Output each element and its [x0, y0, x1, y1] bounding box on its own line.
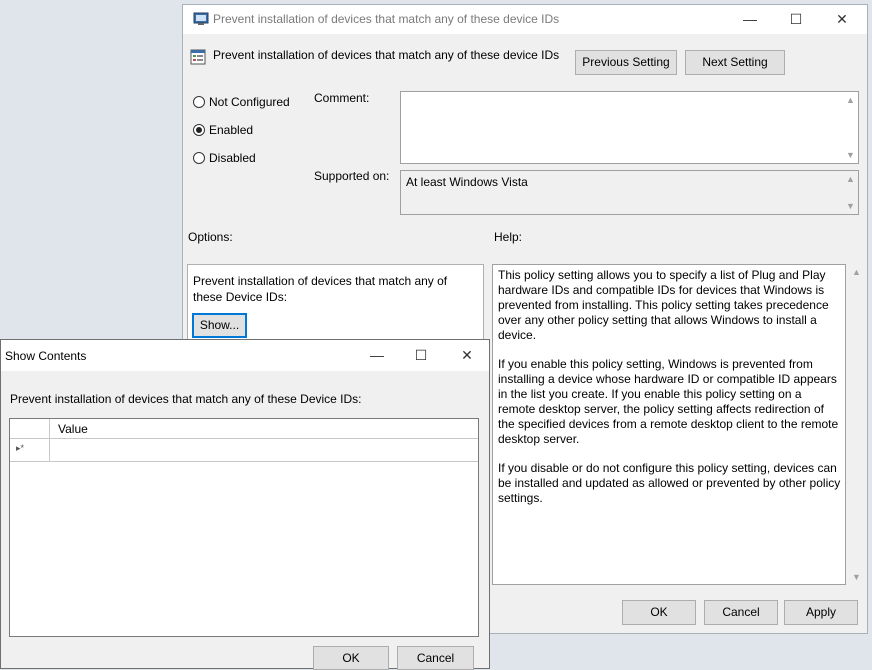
- scroll-down-icon[interactable]: ▼: [846, 150, 855, 160]
- dialog-description: Prevent installation of devices that mat…: [10, 392, 362, 406]
- new-row-marker-icon: ▸*: [16, 443, 25, 453]
- scroll-up-icon[interactable]: ▲: [846, 95, 855, 105]
- row-header: ▸*: [10, 439, 50, 461]
- scroll-down-icon[interactable]: ▼: [852, 572, 861, 582]
- comment-textarea[interactable]: ▲ ▼: [400, 91, 859, 164]
- scroll-down-icon[interactable]: ▼: [846, 201, 855, 211]
- comment-scrollbar[interactable]: ▲ ▼: [842, 92, 858, 163]
- dialog-cancel-button[interactable]: Cancel: [397, 646, 474, 670]
- dialog-title: Show Contents: [5, 349, 87, 363]
- cancel-button[interactable]: Cancel: [704, 600, 778, 625]
- help-label: Help:: [494, 230, 523, 244]
- options-label: Options:: [188, 230, 233, 244]
- next-setting-button[interactable]: Next Setting: [685, 50, 785, 75]
- comment-label: Comment:: [314, 91, 370, 105]
- help-paragraph-3: If you disable or do not configure this …: [498, 461, 841, 505]
- help-panel: This policy setting allows you to specif…: [492, 264, 846, 585]
- dialog-title-bar[interactable]: Show Contents — ☐ ✕: [1, 340, 489, 371]
- ok-button[interactable]: OK: [622, 600, 696, 625]
- dialog-ok-button[interactable]: OK: [313, 646, 389, 670]
- radio-not-configured[interactable]: [193, 96, 205, 108]
- values-grid[interactable]: Value ▸*: [9, 418, 479, 637]
- table-row[interactable]: ▸*: [10, 439, 478, 462]
- supported-on-value: At least Windows Vista: [406, 175, 528, 189]
- apply-button[interactable]: Apply: [784, 600, 858, 625]
- minimize-icon[interactable]: —: [354, 340, 400, 371]
- radio-label-not-configured: Not Configured: [209, 95, 290, 109]
- policy-icon: [193, 12, 209, 25]
- minimize-icon[interactable]: —: [727, 5, 773, 34]
- scroll-up-icon[interactable]: ▲: [852, 267, 861, 277]
- window-title: Prevent installation of devices that mat…: [213, 12, 560, 26]
- help-paragraph-1: This policy setting allows you to specif…: [498, 268, 829, 342]
- close-icon[interactable]: ✕: [819, 5, 865, 34]
- supported-scrollbar[interactable]: ▲ ▼: [842, 171, 858, 214]
- row-header-corner: [10, 419, 50, 438]
- maximize-icon[interactable]: ☐: [773, 5, 819, 34]
- value-cell[interactable]: [50, 439, 478, 461]
- grid-header: Value: [10, 419, 478, 439]
- supported-on-field: At least Windows Vista ▲ ▼: [400, 170, 859, 215]
- radio-enabled[interactable]: [193, 124, 205, 136]
- radio-label-enabled: Enabled: [209, 123, 254, 137]
- show-button[interactable]: Show...: [192, 313, 247, 338]
- close-icon[interactable]: ✕: [444, 340, 490, 371]
- scroll-up-icon[interactable]: ▲: [846, 174, 855, 184]
- setting-title: Prevent installation of devices that mat…: [213, 48, 560, 62]
- options-panel: Prevent installation of devices that mat…: [187, 264, 484, 346]
- help-text: This policy setting allows you to specif…: [498, 268, 842, 520]
- radio-label-disabled: Disabled: [209, 151, 256, 165]
- supported-on-label: Supported on:: [314, 169, 390, 183]
- maximize-icon[interactable]: ☐: [398, 340, 444, 371]
- previous-setting-button[interactable]: Previous Setting: [575, 50, 677, 75]
- setting-icon: [190, 49, 206, 65]
- show-contents-dialog: Show Contents — ☐ ✕ Prevent installation…: [0, 339, 490, 670]
- option-text: Prevent installation of devices that mat…: [193, 274, 448, 304]
- help-paragraph-2: If you enable this policy setting, Windo…: [498, 357, 839, 446]
- column-header-value[interactable]: Value: [58, 422, 88, 436]
- help-scrollbar[interactable]: ▲ ▼: [848, 264, 864, 585]
- title-bar[interactable]: Prevent installation of devices that mat…: [183, 5, 867, 34]
- radio-disabled[interactable]: [193, 152, 205, 164]
